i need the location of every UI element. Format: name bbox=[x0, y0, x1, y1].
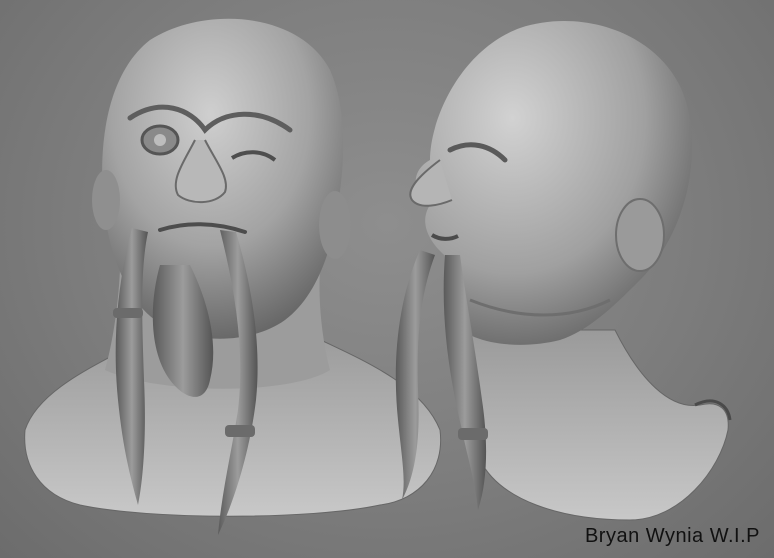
artist-caption: Bryan Wynia W.I.P bbox=[584, 525, 760, 547]
bust-front-ear-left bbox=[92, 170, 120, 230]
bust-profile bbox=[395, 21, 732, 521]
bust-front-ear-right bbox=[319, 191, 351, 259]
bust-front bbox=[24, 18, 442, 535]
bust-front-wrap-2 bbox=[225, 425, 255, 437]
bust-profile-ear bbox=[615, 198, 665, 272]
bust-front-wrap-1 bbox=[113, 308, 143, 318]
bust-profile-wrap bbox=[458, 428, 488, 440]
render-canvas: Bryan Wynia W.I.P bbox=[0, 0, 774, 558]
bust-profile-neck bbox=[469, 329, 729, 521]
sculpt-render bbox=[24, 18, 732, 535]
